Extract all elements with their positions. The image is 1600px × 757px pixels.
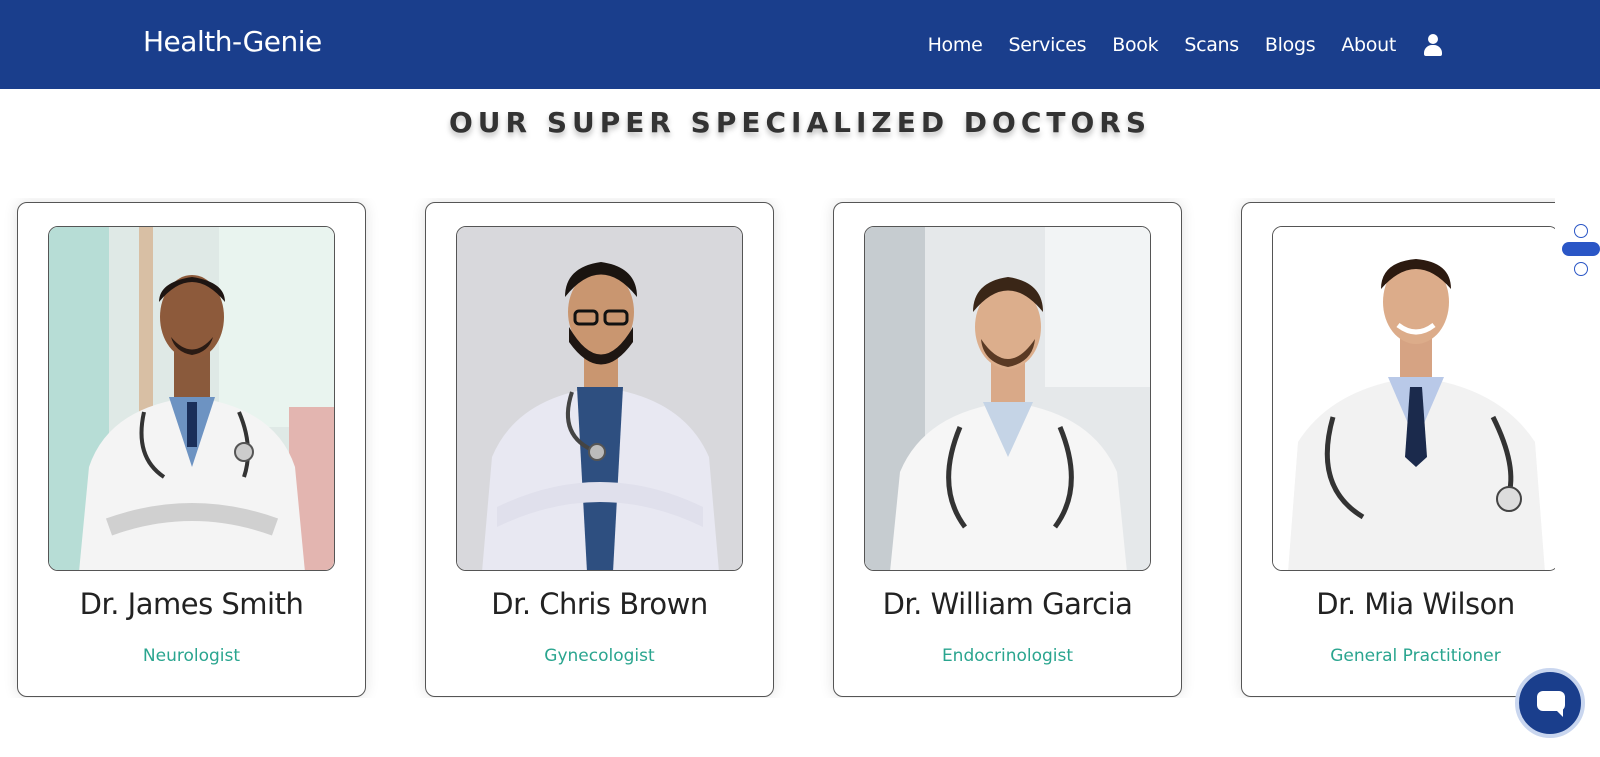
- doctors-carousel[interactable]: Dr. James Smith Neurologist Dr. Chris Br…: [0, 198, 1555, 698]
- doctor-photo: [1272, 226, 1555, 571]
- main-nav: Home Services Book Scans Blogs About: [902, 0, 1444, 89]
- doctor-photo: [864, 226, 1151, 571]
- user-icon[interactable]: [1422, 33, 1444, 57]
- doctor-specialty: Endocrinologist: [941, 646, 1074, 666]
- doctor-name: Dr. William Garcia: [882, 587, 1133, 621]
- doctor-card[interactable]: Dr. James Smith Neurologist: [17, 202, 366, 697]
- doctor-photo: [48, 226, 335, 571]
- nav-book[interactable]: Book: [1112, 34, 1158, 56]
- doctor-specialty: General Practitioner: [1330, 646, 1501, 666]
- nav-services[interactable]: Services: [1008, 34, 1086, 56]
- carousel-dot-next[interactable]: [1574, 262, 1588, 276]
- doctor-name: Dr. Mia Wilson: [1316, 587, 1515, 621]
- doctor-card[interactable]: Dr. Chris Brown Gynecologist: [425, 202, 774, 697]
- doctor-specialty: Neurologist: [142, 646, 241, 666]
- nav-scans[interactable]: Scans: [1184, 34, 1239, 56]
- doctor-card[interactable]: Dr. William Garcia Endocrinologist: [833, 202, 1182, 697]
- nav-blogs[interactable]: Blogs: [1265, 34, 1316, 56]
- carousel-dot-active[interactable]: [1562, 242, 1600, 256]
- chat-bubble-tail: [1554, 708, 1563, 717]
- carousel-indicator[interactable]: [1562, 224, 1600, 280]
- brand-logo[interactable]: Health-Genie: [143, 25, 322, 58]
- doctor-name: Dr. Chris Brown: [491, 587, 708, 621]
- doctor-name: Dr. James Smith: [79, 587, 304, 621]
- chat-button[interactable]: [1515, 668, 1585, 738]
- doctor-specialty: Gynecologist: [544, 646, 655, 666]
- section-title: OUR SUPER SPECIALIZED DOCTORS: [448, 106, 1152, 139]
- nav-about[interactable]: About: [1341, 34, 1396, 56]
- doctor-photo: [456, 226, 743, 571]
- carousel-dot-prev[interactable]: [1574, 224, 1588, 238]
- navbar: Health-Genie Home Services Book Scans Bl…: [0, 0, 1600, 89]
- doctor-card[interactable]: Dr. Mia Wilson General Practitioner: [1241, 202, 1555, 697]
- nav-home[interactable]: Home: [928, 34, 983, 56]
